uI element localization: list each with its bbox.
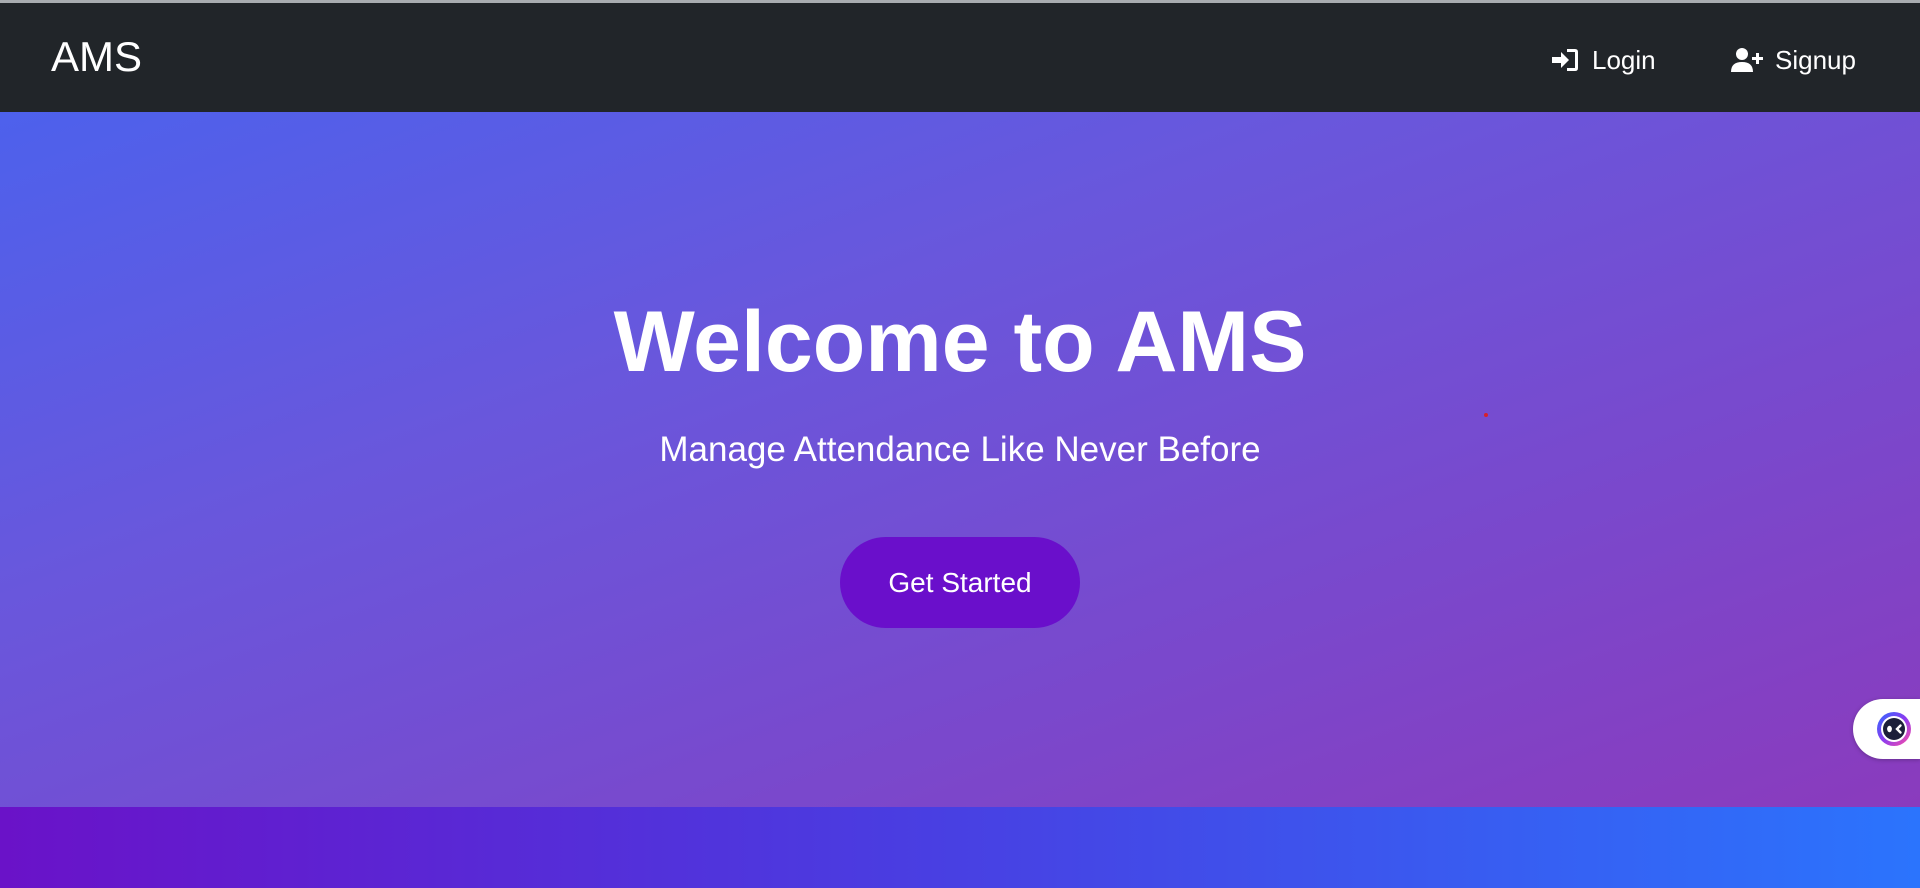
hero-subtitle: Manage Attendance Like Never Before [659, 430, 1261, 469]
get-started-button[interactable]: Get Started [840, 537, 1080, 628]
assistant-face-icon[interactable] [1876, 711, 1912, 747]
cursor-dot [1484, 413, 1488, 417]
sign-in-icon [1550, 47, 1580, 73]
hero-title: Welcome to AMS [613, 294, 1307, 390]
hero-section: Welcome to AMS Manage Attendance Like Ne… [0, 112, 1920, 807]
brand-logo[interactable]: AMS [51, 33, 142, 81]
login-label: Login [1592, 44, 1656, 75]
footer-band [0, 807, 1920, 888]
signup-link[interactable]: Signup [1731, 40, 1856, 80]
login-link[interactable]: Login [1550, 40, 1656, 80]
navbar: AMS Login Signup [0, 3, 1920, 112]
user-plus-icon [1731, 47, 1763, 73]
signup-label: Signup [1775, 44, 1856, 75]
